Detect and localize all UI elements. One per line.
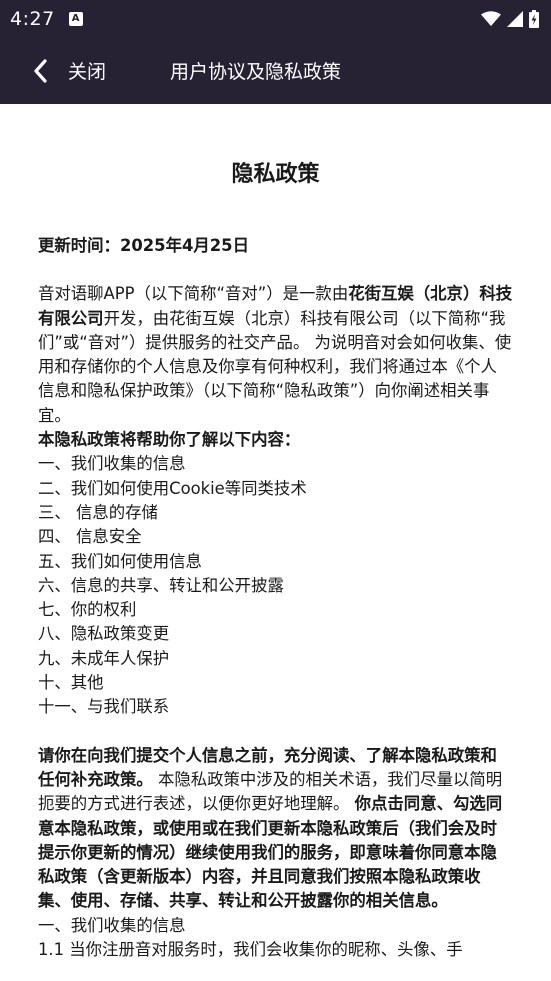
toc-item: 二、我们如何使用Cookie等同类技术 (38, 478, 307, 498)
toc-item: 九、未成年人保护 (38, 648, 170, 668)
toc-item: 七、你的权利 (38, 600, 137, 620)
intro-text-2: 开发，由花街互娱（北京）科技有限公司（以下简称“我们”或“音对”）提供服务的社交… (38, 308, 512, 425)
toc-item: 六、信息的共享、转让和公开披露 (38, 575, 284, 595)
intro-paragraph: 音对语聊APP（以下简称“音对”）是一款由花街互娱（北京）科技有限公司开发，由花… (38, 282, 513, 428)
close-button[interactable]: 关闭 (0, 37, 106, 104)
chevron-left-icon (34, 58, 47, 83)
toc-item: 三、 信息的存储 (38, 502, 158, 522)
update-time: 更新时间：2025年4月25日 (38, 236, 249, 255)
close-label: 关闭 (68, 61, 107, 83)
toc-item: 八、隐私政策变更 (38, 624, 170, 644)
toc-item: 十、其他 (38, 673, 104, 693)
document-title: 隐私政策 (231, 162, 320, 187)
section-1-heading: 一、我们收集的信息 (38, 915, 186, 935)
toc-heading: 本隐私政策将帮助你了解以下内容： (38, 430, 301, 450)
notification-icon: A (68, 11, 83, 26)
toc-item: 十一、与我们联系 (38, 697, 170, 717)
toc-item: 四、 信息安全 (38, 527, 142, 547)
battery-icon (529, 9, 539, 28)
status-time: 4:27 (10, 7, 55, 30)
notice-paragraph: 请你在向我们提交个人信息之前，充分阅读、了解本隐私政策和任何补充政策。 本隐私政… (38, 744, 513, 914)
app-bar: 关闭 用户协议及隐私政策 (0, 37, 551, 104)
page-title: 用户协议及隐私政策 (170, 61, 342, 83)
status-bar: 4:27 A (0, 0, 551, 37)
toc-item: 一、我们收集的信息 (38, 454, 186, 474)
intro-text-1: 音对语聊APP（以下简称“音对”）是一款由 (38, 284, 349, 304)
policy-content[interactable]: 隐私政策 更新时间：2025年4月25日 音对语聊APP（以下简称“音对”）是一… (0, 104, 551, 981)
toc-list: 一、我们收集的信息 二、我们如何使用Cookie等同类技术 三、 信息的存储 四… (38, 452, 513, 719)
wifi-icon (481, 10, 501, 26)
status-icons (481, 9, 539, 28)
section-1-text: 1.1 当你注册音对服务时，我们会收集你的昵称、头像、手 (38, 940, 463, 960)
toc-item: 五、我们如何使用信息 (38, 551, 202, 571)
cell-signal-icon (507, 10, 523, 27)
